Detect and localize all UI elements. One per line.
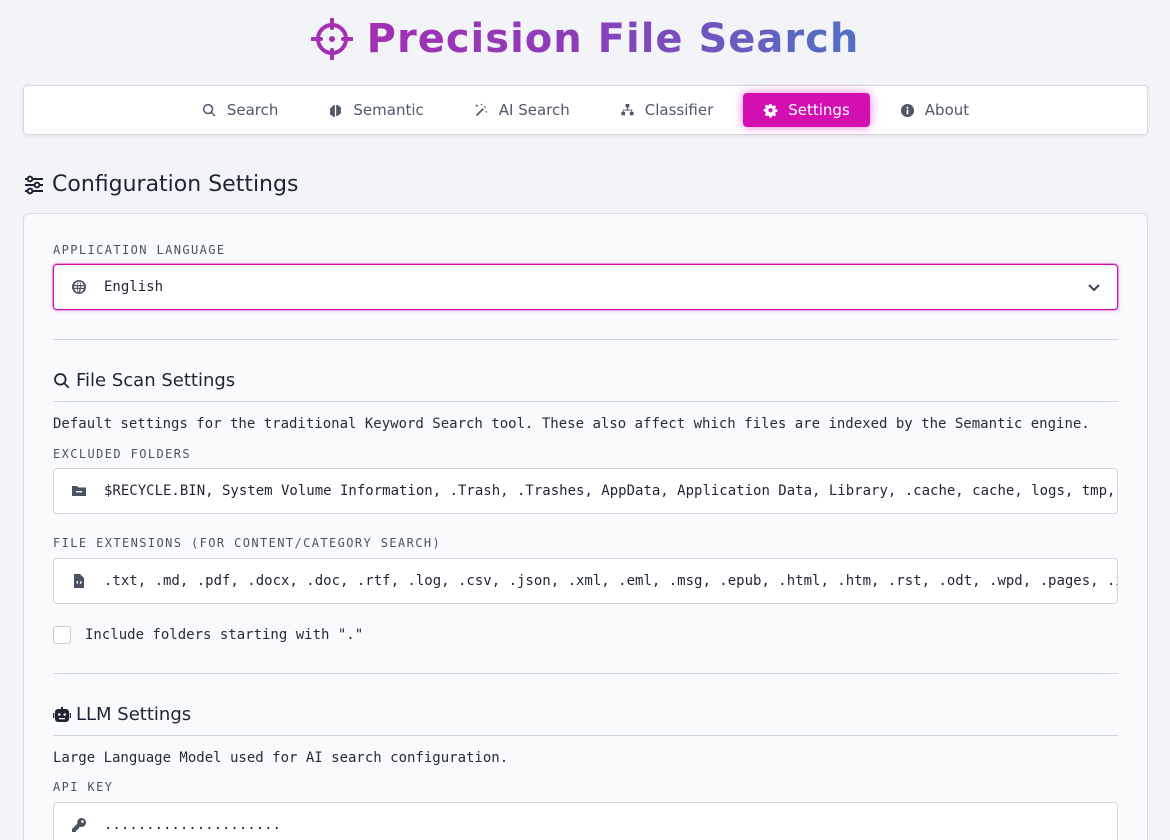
api-key-label: API KEY [53, 780, 114, 794]
excluded-folders-value: $RECYCLE.BIN, System Volume Information,… [104, 483, 1117, 499]
include-dot-folders-label: Include folders starting with "." [85, 627, 364, 643]
include-dot-folders-row: Include folders starting with "." [53, 626, 1118, 644]
search-icon [202, 103, 216, 117]
tab-label: Settings [788, 101, 850, 119]
llm-heading-text: LLM Settings [76, 704, 192, 725]
file-scan-description: Default settings for the traditional Key… [53, 416, 1090, 432]
page-title-text: Configuration Settings [52, 172, 299, 197]
robot-icon [53, 706, 71, 722]
tab-label: Semantic [353, 101, 424, 119]
search-icon [54, 372, 70, 388]
settings-card: APPLICATION LANGUAGE English File Scan S… [23, 213, 1148, 840]
globe-icon [72, 280, 86, 294]
tab-search[interactable]: Search [182, 93, 299, 127]
tab-label: About [924, 101, 970, 119]
app-header: Precision File Search [0, 14, 1170, 64]
tab-label: AI Search [498, 101, 570, 119]
sliders-icon [25, 175, 43, 194]
tab-semantic[interactable]: Semantic [308, 93, 443, 127]
divider [53, 401, 1118, 402]
llm-heading: LLM Settings [53, 704, 1118, 725]
excluded-folders-label: EXCLUDED FOLDERS [53, 447, 191, 461]
file-extensions-value: .txt, .md, .pdf, .docx, .doc, .rtf, .log… [104, 573, 1117, 589]
tab-ai-search[interactable]: AI Search [454, 93, 590, 127]
tab-classifier[interactable]: Classifier [600, 93, 733, 127]
key-icon [72, 818, 87, 832]
file-scan-heading: File Scan Settings [53, 370, 1118, 391]
llm-description: Large Language Model used for AI search … [53, 750, 509, 766]
tab-about[interactable]: About [880, 93, 989, 127]
sitemap-icon [621, 103, 634, 115]
file-extensions-label: FILE EXTENSIONS (FOR CONTENT/CATEGORY SE… [53, 536, 442, 550]
divider [53, 673, 1118, 674]
language-select[interactable]: English [53, 264, 1118, 310]
chevron-down-icon [1088, 284, 1100, 292]
info-icon [900, 103, 914, 117]
brain-icon [330, 104, 342, 117]
include-dot-folders-checkbox[interactable] [53, 626, 71, 644]
main-nav: Search Semantic AI Search Classifier Set… [23, 85, 1148, 135]
api-key-value: ..................... [104, 817, 282, 833]
gear-icon [763, 103, 778, 118]
tab-label: Classifier [644, 101, 714, 119]
crosshair-icon [310, 18, 353, 60]
file-extensions-input[interactable]: .txt, .md, .pdf, .docx, .doc, .rtf, .log… [53, 558, 1118, 604]
folder-minus-icon [72, 486, 86, 496]
api-key-input[interactable]: ..................... [53, 802, 1118, 840]
page-title: Configuration Settings [23, 172, 298, 197]
file-scan-heading-text: File Scan Settings [76, 370, 236, 391]
divider [53, 735, 1118, 736]
excluded-folders-input[interactable]: $RECYCLE.BIN, System Volume Information,… [53, 468, 1118, 514]
magic-wand-icon [474, 102, 488, 116]
divider [53, 339, 1118, 340]
tab-settings[interactable]: Settings [743, 93, 870, 127]
tab-label: Search [226, 101, 279, 119]
language-label: APPLICATION LANGUAGE [53, 243, 226, 257]
language-value: English [104, 279, 164, 295]
file-code-icon [74, 574, 84, 588]
app-title: Precision File Search [366, 16, 860, 62]
